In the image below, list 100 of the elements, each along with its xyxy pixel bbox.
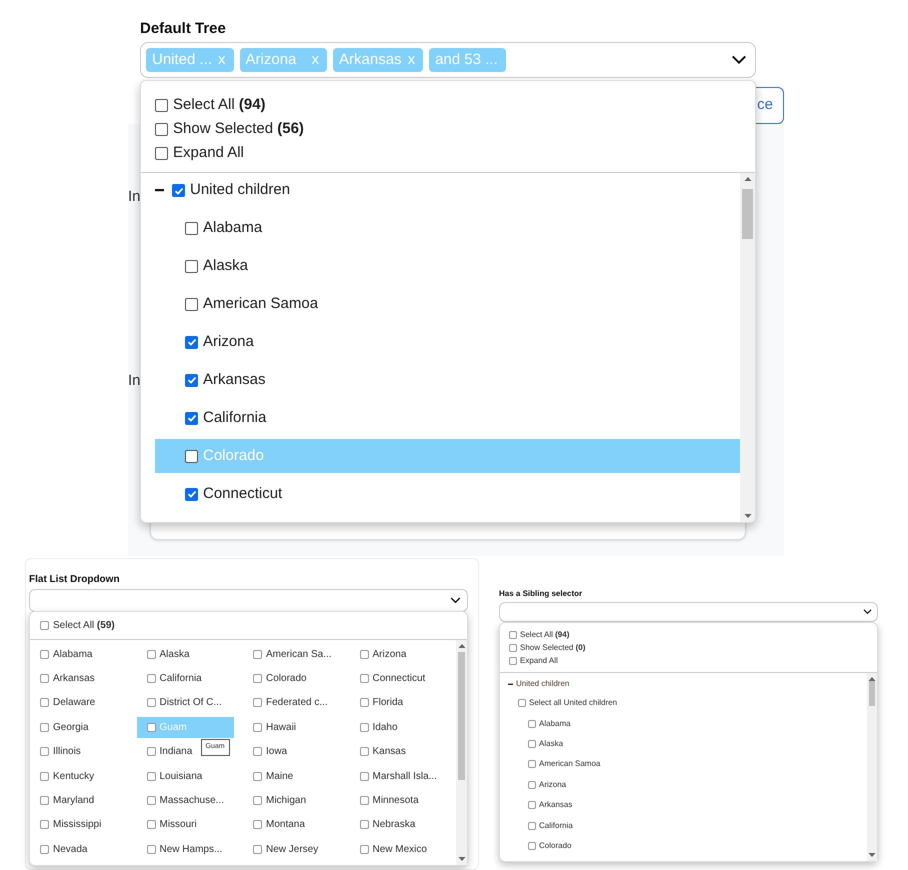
tree-option[interactable]: Alaska — [508, 734, 867, 754]
list-option[interactable]: Nevada — [30, 838, 88, 860]
checkbox[interactable] — [40, 650, 49, 659]
scroll-thumb[interactable] — [742, 189, 753, 239]
checkbox[interactable] — [40, 722, 49, 732]
tree-option[interactable]: Alabama — [508, 713, 867, 734]
checkbox[interactable] — [509, 630, 517, 638]
checkbox[interactable] — [253, 650, 262, 659]
list-option[interactable]: New Hamps... — [136, 838, 222, 860]
list-option[interactable]: Massachuse... — [136, 790, 224, 812]
checkbox[interactable] — [185, 298, 198, 310]
checkbox[interactable] — [185, 488, 198, 500]
checkbox[interactable] — [360, 820, 368, 830]
tree-option[interactable]: Arkansas — [155, 363, 740, 397]
list-option[interactable]: Federated c... — [243, 692, 328, 714]
checkbox[interactable] — [509, 656, 517, 664]
checkbox[interactable] — [40, 621, 49, 630]
checkbox[interactable] — [360, 674, 368, 684]
checkbox[interactable] — [155, 98, 168, 112]
list-option[interactable]: Illinois — [30, 741, 81, 762]
tree-option[interactable]: Alaska — [155, 249, 740, 283]
checkbox[interactable] — [146, 772, 156, 781]
scroll-thumb[interactable] — [458, 652, 465, 780]
scrollbar[interactable] — [740, 173, 755, 522]
tree-node-label[interactable]: United children — [516, 678, 570, 690]
scroll-down-icon[interactable] — [868, 853, 876, 857]
checkbox[interactable] — [360, 722, 368, 732]
checkbox[interactable] — [146, 820, 156, 830]
chevron-down-icon[interactable] — [731, 55, 747, 65]
dropdown-field[interactable] — [499, 602, 878, 622]
tree-option[interactable]: Colorado — [508, 836, 867, 856]
tree-option[interactable]: Alabama — [155, 211, 740, 245]
tree-option[interactable]: California — [508, 815, 867, 836]
tree-option[interactable]: Select all United children — [508, 693, 867, 714]
checkbox[interactable] — [40, 772, 49, 781]
list-option[interactable]: California — [136, 668, 202, 690]
checkbox[interactable] — [528, 842, 536, 850]
checkbox[interactable] — [360, 650, 368, 659]
tree-option[interactable]: American Samoa — [155, 287, 740, 321]
list-option[interactable]: Hawaii — [243, 716, 296, 738]
checkbox[interactable] — [146, 747, 156, 756]
dropdown-option[interactable]: Select All (59) — [40, 618, 115, 633]
tree-option[interactable]: Connecticut — [155, 477, 740, 511]
checkbox[interactable] — [253, 674, 262, 684]
tree-option[interactable]: American Samoa — [508, 754, 867, 775]
checkbox[interactable] — [253, 796, 262, 806]
checkbox[interactable] — [155, 146, 168, 160]
list-option[interactable]: Kansas — [350, 741, 406, 762]
checkbox[interactable] — [146, 650, 156, 659]
dropdown-option[interactable]: Select All (94) — [509, 628, 570, 641]
checkbox[interactable] — [146, 844, 156, 854]
checkbox[interactable] — [40, 820, 49, 830]
list-option[interactable]: Idaho — [350, 716, 398, 738]
checkbox[interactable] — [185, 450, 198, 462]
checkbox[interactable] — [185, 260, 198, 272]
checkbox[interactable] — [253, 844, 262, 854]
checkbox[interactable] — [528, 780, 536, 789]
list-option[interactable]: Marshall Isla... — [350, 766, 437, 787]
list-option[interactable]: Nebraska — [350, 814, 416, 836]
checkbox[interactable] — [518, 699, 526, 708]
list-option[interactable]: New Mexico — [350, 838, 427, 860]
scroll-up-icon[interactable] — [458, 644, 465, 648]
tree-option[interactable]: Arizona — [508, 774, 867, 795]
list-option[interactable]: Indiana — [136, 741, 192, 762]
checkbox[interactable] — [528, 740, 536, 748]
checkbox[interactable] — [172, 184, 185, 197]
checkbox[interactable] — [185, 374, 198, 386]
checkbox[interactable] — [253, 820, 262, 830]
checkbox[interactable] — [528, 720, 536, 728]
checkbox[interactable] — [253, 747, 262, 756]
checkbox[interactable] — [528, 760, 536, 768]
list-option[interactable]: New Jersey — [243, 838, 318, 860]
list-option[interactable]: Arkansas — [30, 668, 95, 690]
checkbox[interactable] — [185, 412, 198, 424]
checkbox[interactable] — [509, 644, 517, 652]
scrollbar[interactable] — [456, 640, 467, 865]
dropdown-option[interactable]: Expand All — [155, 141, 244, 165]
checkbox[interactable] — [146, 698, 156, 708]
list-option[interactable]: Alabama — [30, 644, 92, 665]
checkbox[interactable] — [155, 122, 168, 136]
list-option[interactable]: Georgia — [30, 716, 89, 738]
checkbox[interactable] — [40, 796, 49, 806]
dropdown-option[interactable]: Expand All — [509, 654, 558, 667]
list-option[interactable]: Montana — [243, 814, 305, 836]
checkbox[interactable] — [528, 822, 536, 830]
list-option[interactable]: Connecticut — [350, 668, 426, 690]
list-option[interactable]: District Of C... — [136, 692, 222, 714]
checkbox[interactable] — [253, 698, 262, 708]
list-option[interactable]: Arizona — [350, 644, 406, 665]
scroll-thumb[interactable] — [869, 681, 875, 706]
checkbox[interactable] — [40, 698, 49, 708]
scroll-down-icon[interactable] — [458, 857, 465, 861]
list-option[interactable]: Louisiana — [136, 766, 202, 787]
list-option[interactable]: Minnesota — [350, 790, 419, 812]
list-option[interactable]: Mississippi — [30, 814, 102, 836]
checkbox[interactable] — [146, 722, 156, 732]
tree-option[interactable]: California — [155, 401, 740, 435]
scroll-up-icon[interactable] — [744, 177, 751, 181]
list-option[interactable]: Delaware — [30, 692, 96, 714]
list-option[interactable]: Alaska — [136, 644, 190, 665]
